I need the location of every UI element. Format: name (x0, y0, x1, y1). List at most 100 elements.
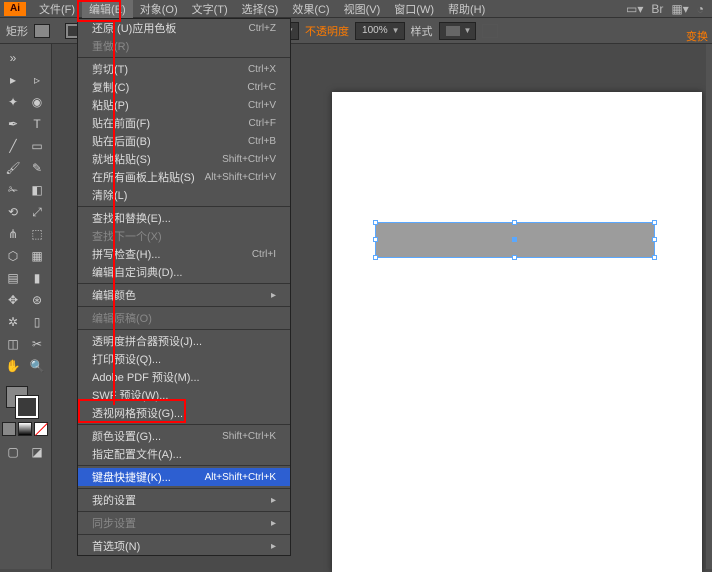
transform-label[interactable]: 变换 (686, 28, 708, 44)
magic-wand-tool[interactable]: ✦ (2, 92, 24, 112)
edit-menu-item: 重做(R) (78, 37, 290, 55)
menu-file[interactable]: 文件(F) (32, 0, 82, 19)
menu-help[interactable]: 帮助(H) (441, 0, 492, 19)
rectangle-tool[interactable]: ▭ (26, 136, 48, 156)
hand-tool[interactable]: ✋ (2, 356, 24, 376)
menu-select[interactable]: 选择(S) (235, 0, 286, 19)
gauge-icon[interactable]: ◔ (697, 2, 704, 16)
edit-menu-item[interactable]: 颜色设置(G)...Shift+Ctrl+K (78, 427, 290, 445)
edit-menu-item[interactable]: 首选项(N)▸ (78, 537, 290, 555)
resize-handle[interactable] (512, 220, 517, 225)
blend-tool[interactable]: ⊛ (26, 290, 48, 310)
opacity-value[interactable]: 100%▼ (355, 22, 405, 40)
edit-menu-item[interactable]: Adobe PDF 预设(M)... (78, 368, 290, 386)
gradient-tool[interactable]: ▮ (26, 268, 48, 288)
edit-menu-item[interactable]: 复制(C)Ctrl+C (78, 78, 290, 96)
pencil-tool[interactable]: ✎ (26, 158, 48, 178)
edit-menu-item[interactable]: 贴在后面(B)Ctrl+B (78, 132, 290, 150)
slice-tool[interactable]: ✂ (26, 334, 48, 354)
menu-type[interactable]: 文字(T) (185, 0, 235, 19)
menu-effect[interactable]: 效果(C) (285, 0, 336, 19)
top-menu-bar: Ai 文件(F) 编辑(E) 对象(O) 文字(T) 选择(S) 效果(C) 视… (0, 0, 712, 18)
edit-menu-item[interactable]: SWF 预设(W)... (78, 386, 290, 404)
doc-layout-icon[interactable]: ▭▾ (626, 2, 643, 16)
edit-menu-item: 编辑原稿(O) (78, 309, 290, 327)
resize-handle[interactable] (512, 255, 517, 260)
pen-tool[interactable]: ✒ (2, 114, 24, 134)
edit-menu-item[interactable]: 透明度拼合器预设(J)... (78, 332, 290, 350)
edit-menu-item[interactable]: 粘贴(P)Ctrl+V (78, 96, 290, 114)
perspective-grid-tool[interactable]: ▦ (26, 246, 48, 266)
tool-panel: » ▸ ▹ ✦ ◉ ✒ T ╱ ▭ 🖌 ✎ ✁ ◧ ⟲ ⤢ ⋔ (0, 44, 52, 569)
app-logo: Ai (4, 2, 26, 16)
style-dropdown[interactable]: ▼ (439, 22, 477, 40)
graph-tool[interactable]: ▯ (26, 312, 48, 332)
width-tool[interactable]: ⋔ (2, 224, 24, 244)
eyedropper-tool[interactable]: ✥ (2, 290, 24, 310)
color-mode-gradient[interactable] (18, 422, 32, 436)
type-tool[interactable]: T (26, 114, 48, 134)
mesh-tool[interactable]: ▤ (2, 268, 24, 288)
lasso-tool[interactable]: ◉ (26, 92, 48, 112)
edit-menu-item[interactable]: 指定配置文件(A)... (78, 445, 290, 463)
center-point[interactable] (512, 237, 517, 242)
eraser-tool[interactable]: ◧ (26, 180, 48, 200)
stroke-color-swatch[interactable] (16, 396, 38, 418)
rotate-tool[interactable]: ⟲ (2, 202, 24, 222)
edit-menu-item[interactable]: 还原 (U)应用色板Ctrl+Z (78, 19, 290, 37)
selection-tool[interactable]: ▸ (2, 70, 24, 90)
edit-menu-item[interactable]: 编辑自定词典(D)... (78, 263, 290, 281)
color-mode-solid[interactable] (2, 422, 16, 436)
double-arrow-icon[interactable]: » (2, 48, 24, 68)
right-panel-collapsed[interactable] (706, 44, 712, 569)
shape-builder-tool[interactable]: ⬡ (2, 246, 24, 266)
edit-menu-item[interactable]: 剪切(T)Ctrl+X (78, 60, 290, 78)
edit-dropdown-menu: 还原 (U)应用色板Ctrl+Z重做(R) 剪切(T)Ctrl+X复制(C)Ctr… (77, 18, 291, 556)
artboard[interactable] (332, 92, 702, 572)
fill-stroke-swatches[interactable] (2, 384, 49, 418)
edit-menu-item[interactable]: 编辑颜色▸ (78, 286, 290, 304)
menu-object[interactable]: 对象(O) (133, 0, 185, 19)
edit-menu-item: 查找下一个(X) (78, 227, 290, 245)
screen-mode-toggle[interactable]: ◪ (26, 442, 48, 462)
edit-menu-item[interactable]: 查找和替换(E)... (78, 209, 290, 227)
shape-type-label: 矩形 (6, 23, 28, 39)
edit-menu-item[interactable]: 在所有画板上粘贴(S)Alt+Shift+Ctrl+V (78, 168, 290, 186)
align-icon[interactable] (482, 24, 498, 38)
opacity-label[interactable]: 不透明度 (305, 23, 349, 39)
screen-mode-normal[interactable]: ▢ (2, 442, 24, 462)
bridge-icon[interactable]: Br (651, 2, 663, 16)
arrange-icon[interactable]: ▦▾ (671, 2, 688, 16)
menu-view[interactable]: 视图(V) (337, 0, 388, 19)
line-tool[interactable]: ╱ (2, 136, 24, 156)
menu-edit[interactable]: 编辑(E) (82, 0, 133, 19)
selected-rectangle-shape[interactable] (375, 222, 655, 258)
edit-menu-item[interactable]: 就地粘贴(S)Shift+Ctrl+V (78, 150, 290, 168)
symbol-sprayer-tool[interactable]: ✲ (2, 312, 24, 332)
resize-handle[interactable] (373, 255, 378, 260)
free-transform-tool[interactable]: ⬚ (26, 224, 48, 244)
edit-menu-item[interactable]: 透视网格预设(G)... (78, 404, 290, 422)
blob-brush-tool[interactable]: ✁ (2, 180, 24, 200)
color-mode-none[interactable] (34, 422, 48, 436)
direct-selection-tool[interactable]: ▹ (26, 70, 48, 90)
paintbrush-tool[interactable]: 🖌 (2, 158, 24, 178)
artboard-tool[interactable]: ◫ (2, 334, 24, 354)
menu-window[interactable]: 窗口(W) (387, 0, 441, 19)
edit-menu-item[interactable]: 拼写检查(H)...Ctrl+I (78, 245, 290, 263)
style-label: 样式 (411, 23, 433, 39)
resize-handle[interactable] (373, 220, 378, 225)
edit-menu-item[interactable]: 贴在前面(F)Ctrl+F (78, 114, 290, 132)
edit-menu-item[interactable]: 打印预设(Q)... (78, 350, 290, 368)
edit-menu-item[interactable]: 键盘快捷键(K)...Alt+Shift+Ctrl+K (78, 468, 290, 486)
resize-handle[interactable] (652, 255, 657, 260)
edit-menu-item: 同步设置▸ (78, 514, 290, 532)
scale-tool[interactable]: ⤢ (26, 202, 48, 222)
resize-handle[interactable] (652, 237, 657, 242)
edit-menu-item[interactable]: 清除(L) (78, 186, 290, 204)
resize-handle[interactable] (652, 220, 657, 225)
resize-handle[interactable] (373, 237, 378, 242)
fill-swatch[interactable] (34, 24, 50, 38)
edit-menu-item[interactable]: 我的设置▸ (78, 491, 290, 509)
zoom-tool[interactable]: 🔍 (26, 356, 48, 376)
